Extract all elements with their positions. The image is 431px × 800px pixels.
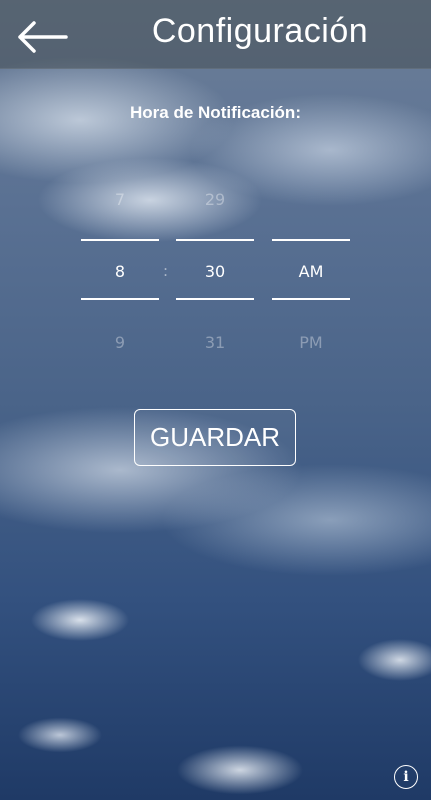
minute-next[interactable]: 31 [176,333,254,352]
minute-top-divider [176,239,254,241]
period-top-divider [272,239,350,241]
minute-picker[interactable]: 29 30 31 [176,185,254,355]
app-header: Configuración [0,0,431,69]
hour-picker[interactable]: 7 8 9 [81,185,159,355]
minute-previous[interactable]: 29 [176,190,254,209]
period-selected[interactable]: AM [272,262,350,281]
minute-selected[interactable]: 30 [176,262,254,281]
period-picker[interactable]: AM PM [272,185,350,355]
hour-previous[interactable]: 7 [81,190,159,209]
notification-time-label: Hora de Notificación: [130,103,301,122]
arrow-left-icon [18,21,68,53]
hour-bottom-divider [81,298,159,300]
hour-top-divider [81,239,159,241]
info-icon[interactable]: i [394,765,418,789]
save-button[interactable]: GUARDAR [134,409,296,466]
page-title: Configuración [151,12,369,50]
time-separator: : [163,262,169,280]
hour-next[interactable]: 9 [81,333,159,352]
minute-bottom-divider [176,298,254,300]
period-bottom-divider [272,298,350,300]
period-next[interactable]: PM [272,333,350,352]
hour-selected[interactable]: 8 [81,262,159,281]
back-button[interactable] [10,12,74,62]
